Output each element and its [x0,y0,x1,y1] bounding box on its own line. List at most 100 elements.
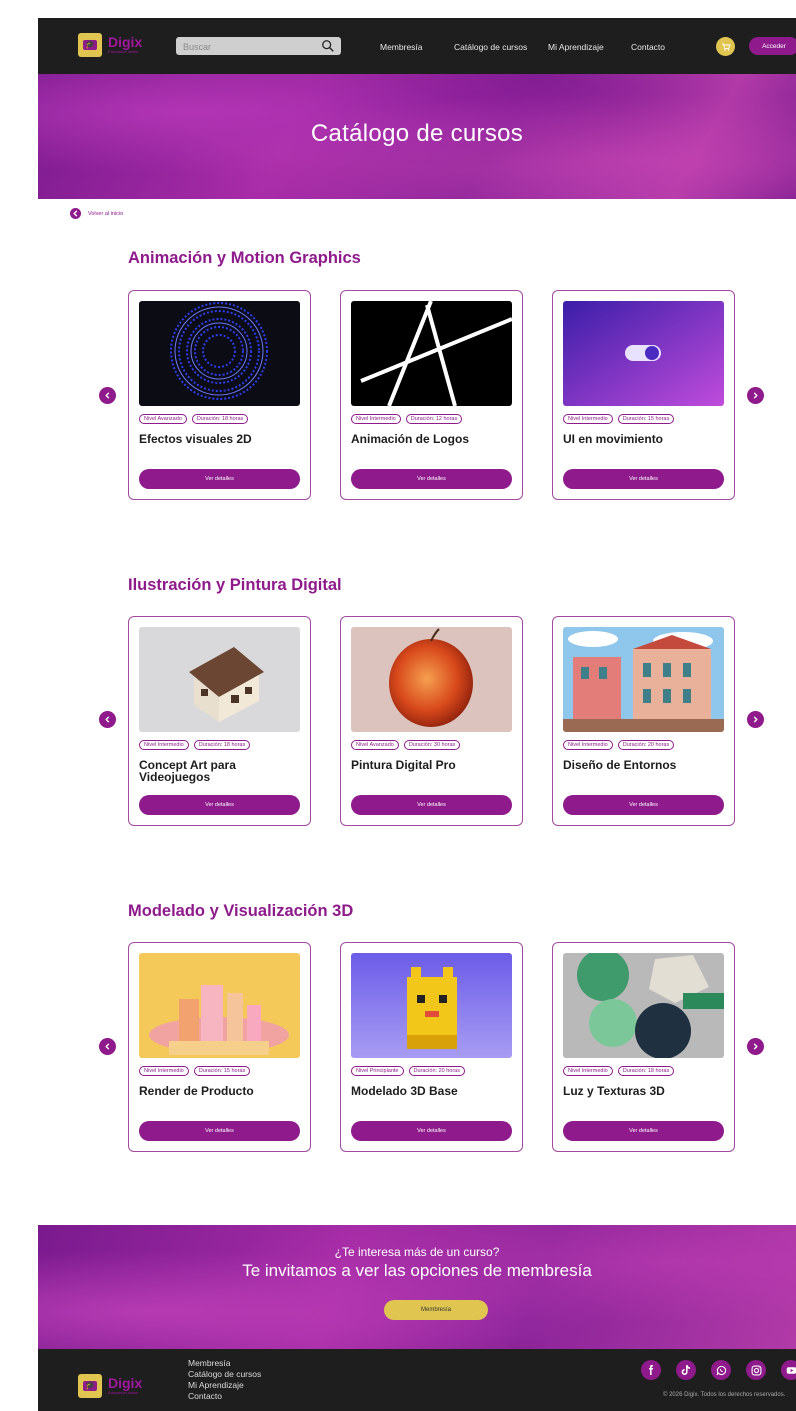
view-details-button[interactable]: Ver detalles [563,469,724,489]
level-badge: Nivel Intermedio [139,1066,189,1076]
page-title: Catálogo de cursos [310,120,524,147]
course-thumbnail [139,627,300,732]
view-details-button[interactable]: Ver detalles [351,795,512,815]
nav-mi-aprendizaje[interactable]: Mi Aprendizaje [548,42,604,52]
logo-name: Digix [108,34,143,50]
footer-link-membresia[interactable]: Membresía [188,1358,261,1369]
section-title: Modelado y Visualización 3D [128,902,354,920]
back-link[interactable]: Volver al inicio [70,208,123,219]
carousel-prev-button[interactable] [99,387,116,404]
duration-badge: Duración: 15 horas [193,1066,251,1076]
course-card[interactable]: Nivel Avanzado Duración: 18 horas Efecto… [128,290,311,500]
duration-badge: Duración: 15 horas [617,414,675,424]
youtube-icon[interactable] [781,1360,796,1380]
course-card[interactable]: Nivel Intermedio Duración: 18 horas Luz … [552,942,735,1152]
facebook-icon[interactable] [641,1360,661,1380]
view-details-button[interactable]: Ver detalles [139,469,300,489]
search-input[interactable] [176,38,316,56]
course-card[interactable]: Nivel Avanzado Duración: 30 horas Pintur… [340,616,523,826]
course-thumbnail [563,953,724,1058]
tiktok-icon[interactable] [676,1360,696,1380]
instagram-icon[interactable] [746,1360,766,1380]
footer-link-contacto[interactable]: Contacto [188,1391,261,1402]
section-title: Ilustración y Pintura Digital [128,576,342,594]
footer: 🎓 Digix Educación online Membresía Catál… [38,1349,796,1411]
search-bar [176,37,341,56]
carousel-next-button[interactable] [747,711,764,728]
course-card[interactable]: Nivel Intermedio Duración: 12 horas Anim… [340,290,523,500]
chevron-right-icon [753,392,758,399]
whatsapp-icon[interactable] [711,1360,731,1380]
duration-badge: Duración: 18 horas [191,414,249,424]
back-label: Volver al inicio [88,210,124,217]
level-badge: Nivel Intermedio [351,414,401,424]
membership-cta: ¿Te interesa más de un curso? Te invitam… [38,1225,796,1349]
copyright: © 2026 Digix. Todos los derechos reserva… [663,1392,786,1398]
course-card[interactable]: Nivel Principiante Duración: 20 horas Mo… [340,942,523,1152]
footer-link-catalogo[interactable]: Catálogo de cursos [188,1369,261,1380]
carousel-next-button[interactable] [747,387,764,404]
cart-icon[interactable] [716,37,735,56]
carousel-prev-button[interactable] [99,1038,116,1055]
level-badge: Nivel Intermedio [563,740,613,750]
nav-catalogo[interactable]: Catálogo de cursos [454,42,527,52]
chevron-left-icon [105,716,110,723]
course-title: Concept Art para Videojuegos [139,758,236,784]
view-details-button[interactable]: Ver detalles [563,795,724,815]
nav-contacto[interactable]: Contacto [631,42,665,52]
logo-icon: 🎓 [78,33,102,57]
course-title: Diseño de Entornos [563,758,677,772]
view-details-button[interactable]: Ver detalles [139,795,300,815]
course-thumbnail [351,953,512,1058]
view-details-button[interactable]: Ver detalles [563,1121,724,1141]
footer-links: Membresía Catálogo de cursos Mi Aprendiz… [188,1358,261,1402]
course-thumbnail [563,627,724,732]
chevron-left-icon [70,208,81,219]
logo-icon: 🎓 [78,1374,102,1398]
footer-logo[interactable]: 🎓 Digix Educación online [78,1374,142,1398]
level-badge: Nivel Avanzado [139,414,187,424]
course-thumbnail [139,953,300,1058]
carousel-prev-button[interactable] [99,711,116,728]
page: 🎓 Digix Educación online Membresía Catál… [38,18,796,1411]
view-details-button[interactable]: Ver detalles [351,1121,512,1141]
duration-badge: Duración: 30 horas [403,740,461,750]
search-icon[interactable] [321,39,335,53]
duration-badge: Duración: 12 horas [405,414,463,424]
hero-banner: Catálogo de cursos [38,74,796,199]
logo[interactable]: 🎓 Digix Educación online [78,33,142,57]
login-button[interactable]: Acceder [749,37,796,55]
carousel-next-button[interactable] [747,1038,764,1055]
view-details-button[interactable]: Ver detalles [351,469,512,489]
course-card[interactable]: Nivel Intermedio Duración: 18 horas Conc… [128,616,311,826]
level-badge: Nivel Intermedio [563,1066,613,1076]
level-badge: Nivel Intermedio [563,414,613,424]
course-title: Efectos visuales 2D [139,432,252,446]
level-badge: Nivel Intermedio [139,740,189,750]
footer-link-mi-aprendizaje[interactable]: Mi Aprendizaje [188,1380,261,1391]
course-title: Modelado 3D Base [351,1084,458,1098]
membership-button[interactable]: Membresía [384,1300,488,1320]
course-thumbnail [351,627,512,732]
chevron-left-icon [105,392,110,399]
course-thumbnail [139,301,300,406]
course-title: Animación de Logos [351,432,470,446]
nav-membresia[interactable]: Membresía [380,42,423,52]
view-details-button[interactable]: Ver detalles [139,1121,300,1141]
course-title: Pintura Digital Pro [351,758,456,772]
course-thumbnail [351,301,512,406]
course-thumbnail [563,301,724,406]
section-title: Animación y Motion Graphics [128,249,361,267]
duration-badge: Duración: 20 horas [617,740,675,750]
course-title: Luz y Texturas 3D [563,1084,665,1098]
level-badge: Nivel Principiante [351,1066,404,1076]
chevron-right-icon [753,1043,758,1050]
chevron-left-icon [105,1043,110,1050]
course-card[interactable]: Nivel Intermedio Duración: 15 horas Rend… [128,942,311,1152]
logo-tagline: Educación online [108,1390,139,1395]
duration-badge: Duración: 18 horas [617,1066,675,1076]
course-card[interactable]: Nivel Intermedio Duración: 15 horas UI e… [552,290,735,500]
course-card[interactable]: Nivel Intermedio Duración: 20 horas Dise… [552,616,735,826]
duration-badge: Duración: 18 horas [193,740,251,750]
cta-headline: Te invitamos a ver las opciones de membr… [242,1261,592,1280]
